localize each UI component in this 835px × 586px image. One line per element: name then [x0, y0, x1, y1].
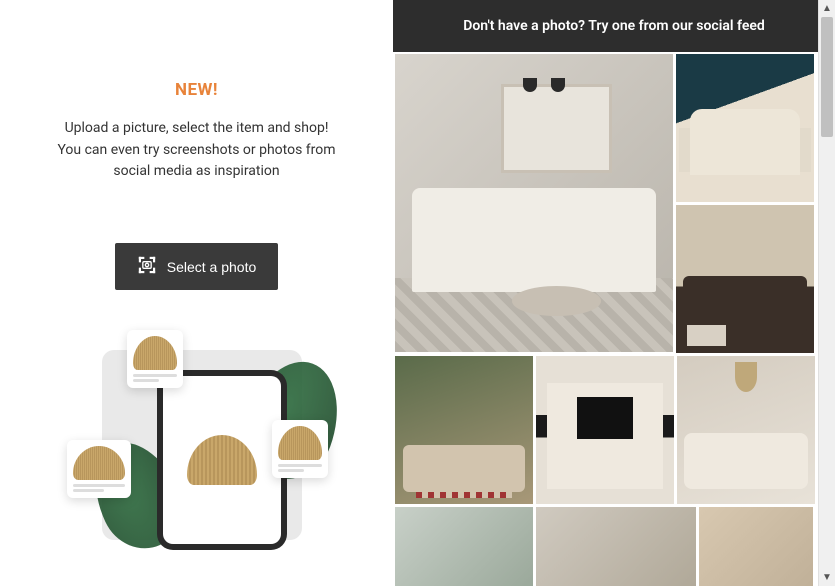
desc-line-1: Upload a picture, select the item and sh… — [65, 120, 329, 136]
upload-panel: NEW! Upload a picture, select the item a… — [0, 0, 393, 586]
scroll-down-icon[interactable]: ▼ — [819, 569, 835, 586]
camera-search-icon — [137, 255, 157, 278]
desc-line-2: You can even try screenshots or photos f… — [57, 142, 335, 180]
feed-grid — [393, 52, 835, 586]
feed-tile[interactable] — [536, 507, 696, 586]
feed-tile[interactable] — [676, 54, 814, 202]
pendant-lamp-icon — [187, 435, 257, 485]
upload-description: Upload a picture, select the item and sh… — [47, 118, 347, 183]
feed-header: Don't have a photo? Try one from our soc… — [393, 0, 835, 52]
new-badge: NEW! — [175, 80, 218, 100]
feed-tile[interactable] — [699, 507, 813, 586]
product-card — [127, 330, 183, 388]
feed-tile[interactable] — [676, 205, 814, 353]
select-photo-button[interactable]: Select a photo — [115, 243, 279, 290]
product-card — [67, 440, 131, 498]
scroll-up-icon[interactable]: ▲ — [819, 0, 835, 17]
phone-mockup — [157, 370, 287, 550]
feed-tile[interactable] — [536, 356, 674, 504]
feed-tile[interactable] — [395, 356, 533, 504]
upload-illustration — [57, 340, 337, 540]
scrollbar[interactable]: ▲ ▼ — [818, 0, 835, 586]
product-card — [272, 420, 328, 478]
social-feed-panel: Don't have a photo? Try one from our soc… — [393, 0, 835, 586]
feed-tile[interactable] — [395, 507, 533, 586]
scrollbar-thumb[interactable] — [821, 17, 833, 137]
feed-tile[interactable] — [677, 356, 815, 504]
feed-tile[interactable] — [395, 54, 673, 352]
select-photo-label: Select a photo — [167, 259, 257, 275]
